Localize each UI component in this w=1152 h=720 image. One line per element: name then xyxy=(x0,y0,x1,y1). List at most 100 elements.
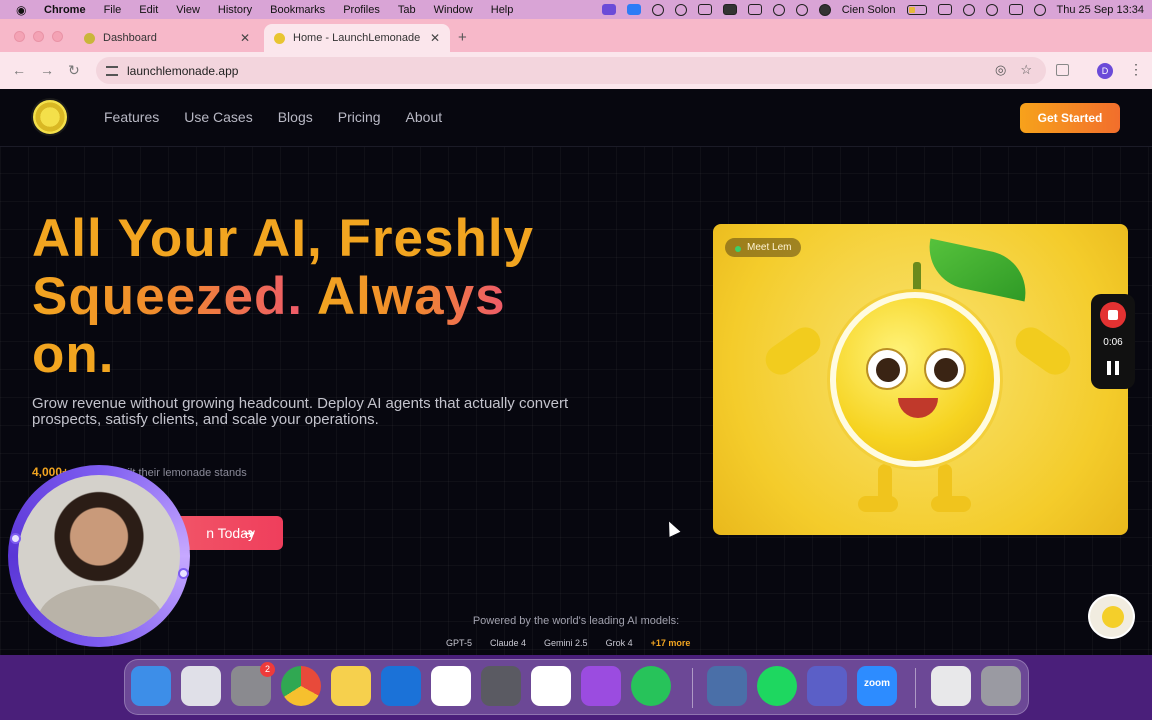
tab-dashboard-label: Dashboard xyxy=(103,32,157,44)
battery-icon[interactable] xyxy=(906,4,927,15)
more-options-icon[interactable]: ⋮ xyxy=(1129,61,1143,78)
menubar-user-name[interactable]: Cien Solon xyxy=(842,4,896,16)
minimize-window-button[interactable] xyxy=(33,31,44,42)
video-badge: Meet Lem xyxy=(725,238,802,257)
wifi-icon[interactable] xyxy=(962,3,975,16)
webcam-overlay[interactable] xyxy=(8,465,190,647)
nav-features[interactable]: Features xyxy=(104,109,159,125)
lemon-favicon-icon xyxy=(274,32,285,44)
site-info-icon[interactable] xyxy=(106,65,118,76)
menu-edit[interactable]: Edit xyxy=(139,4,158,16)
menu-profiles[interactable]: Profiles xyxy=(343,4,380,16)
menu-tab[interactable]: Tab xyxy=(398,4,416,16)
new-tab-button[interactable]: + xyxy=(458,29,467,46)
hero-line-1: All Your AI, Freshly xyxy=(32,209,535,268)
simulator-icon[interactable] xyxy=(481,666,521,706)
control-center-icon[interactable] xyxy=(1008,4,1023,15)
dock-separator xyxy=(692,668,693,708)
chat-widget-button[interactable] xyxy=(1088,594,1135,639)
bookmark-star-icon[interactable]: ☆ xyxy=(1020,62,1032,78)
system-settings-icon[interactable]: 2 xyxy=(231,662,275,706)
whatsapp-icon[interactable] xyxy=(631,666,671,706)
menu-history[interactable]: History xyxy=(218,4,252,16)
nav-pricing[interactable]: Pricing xyxy=(338,109,381,125)
spotify-icon[interactable] xyxy=(757,666,797,706)
forward-arrow-icon[interactable]: → xyxy=(40,62,54,78)
siri-icon[interactable] xyxy=(1033,3,1046,16)
trello-icon[interactable] xyxy=(381,666,421,706)
menu-app-name[interactable]: Chrome xyxy=(44,4,86,16)
user-icon[interactable] xyxy=(818,3,831,16)
speech-bubble-app-icon[interactable] xyxy=(581,666,621,706)
lemon-leaf xyxy=(921,238,1034,302)
side-panel-icon[interactable] xyxy=(1056,64,1069,76)
menu-bookmarks[interactable]: Bookmarks xyxy=(270,4,325,16)
pause-recording-button[interactable] xyxy=(1107,361,1119,375)
mascot-video[interactable]: Meet Lem xyxy=(713,224,1128,535)
address-url[interactable]: launchlemonade.app xyxy=(127,64,238,78)
window-icon[interactable] xyxy=(747,4,762,15)
reload-icon[interactable]: ↻ xyxy=(68,62,80,79)
keyboard-icon[interactable] xyxy=(937,4,952,15)
menubar-datetime[interactable]: Thu 25 Sep 13:34 xyxy=(1057,4,1144,16)
nav-use-cases[interactable]: Use Cases xyxy=(184,109,252,125)
menu-file[interactable]: File xyxy=(104,4,122,16)
menu-window[interactable]: Window xyxy=(434,4,473,16)
nav-blogs[interactable]: Blogs xyxy=(278,109,313,125)
news-icon[interactable] xyxy=(531,666,571,706)
launchpad-icon[interactable] xyxy=(181,666,221,706)
nav-about[interactable]: About xyxy=(406,109,443,125)
finder-icon[interactable] xyxy=(131,666,171,706)
slack-icon[interactable] xyxy=(431,666,471,706)
hero-line-2: Squeezed. Always xyxy=(32,268,592,326)
screen-recorder-icon[interactable] xyxy=(601,4,616,15)
lemon-logo-icon[interactable] xyxy=(31,98,69,136)
resize-handle-icon[interactable] xyxy=(10,533,21,544)
mascot-left-arm xyxy=(759,321,827,381)
tab-home-launchlemonade[interactable]: Home - LaunchLemonade ✕ xyxy=(264,24,450,52)
bluetooth-icon[interactable] xyxy=(772,3,785,16)
model-gemini: Gemini 2.5 xyxy=(544,638,588,648)
menubar-status-area: Cien Solon Thu 25 Sep 13:34 xyxy=(601,0,1144,19)
tab-home-label: Home - LaunchLemonade xyxy=(293,32,421,44)
powered-by-text: Powered by the world's leading AI models… xyxy=(472,615,680,627)
back-arrow-icon[interactable]: ← xyxy=(12,62,26,78)
hero-heading: All Your AI, Freshly Squeezed. Always on… xyxy=(32,210,592,384)
maximize-window-button[interactable] xyxy=(52,31,63,42)
more-models-link[interactable]: +17 more xyxy=(651,638,691,648)
screen-share-icon[interactable] xyxy=(722,4,737,15)
preview-icon[interactable] xyxy=(707,666,747,706)
document-icon[interactable] xyxy=(931,666,971,706)
mascot-left-foot xyxy=(858,496,898,512)
recording-timer: 0:06 xyxy=(1103,337,1123,348)
profile-avatar[interactable]: D xyxy=(1097,63,1113,79)
zoom-status-icon[interactable] xyxy=(626,4,641,15)
grid-icon[interactable] xyxy=(697,4,712,15)
close-tab-icon[interactable]: ✕ xyxy=(240,31,250,45)
spotlight-search-icon[interactable] xyxy=(985,3,998,16)
chrome-icon[interactable] xyxy=(281,666,321,706)
gear-icon[interactable] xyxy=(651,3,664,16)
apple-menu-icon[interactable]: ◉ xyxy=(16,3,30,17)
hero-line-2a: Squeezed. xyxy=(32,267,304,326)
get-started-button[interactable]: Get Started xyxy=(1020,103,1120,133)
menu-help[interactable]: Help xyxy=(491,4,514,16)
trash-icon[interactable] xyxy=(981,666,1021,706)
play-icon[interactable] xyxy=(795,3,808,16)
browser-toolbar: ← → ↻ launchlemonade.app ◎ ☆ D ⋮ xyxy=(0,52,1152,89)
mascot-right-foot xyxy=(931,496,971,512)
close-window-button[interactable] xyxy=(14,31,25,42)
address-bar[interactable]: launchlemonade.app ◎ ☆ xyxy=(96,57,1046,84)
zoom-icon[interactable]: zoom xyxy=(857,666,897,706)
model-claude: Claude 4 xyxy=(490,638,527,648)
menu-view[interactable]: View xyxy=(176,4,200,16)
lemon-mascot xyxy=(830,292,1000,467)
tab-dashboard[interactable]: Dashboard ✕ xyxy=(74,24,260,52)
resize-handle-icon[interactable] xyxy=(178,568,189,579)
notes-icon[interactable] xyxy=(331,666,371,706)
close-tab-icon[interactable]: ✕ xyxy=(430,31,440,45)
drive-icon[interactable] xyxy=(674,3,687,16)
eye-slash-icon[interactable]: ◎ xyxy=(995,62,1006,78)
stop-recording-button[interactable] xyxy=(1100,302,1126,328)
teams-icon[interactable] xyxy=(807,666,847,706)
